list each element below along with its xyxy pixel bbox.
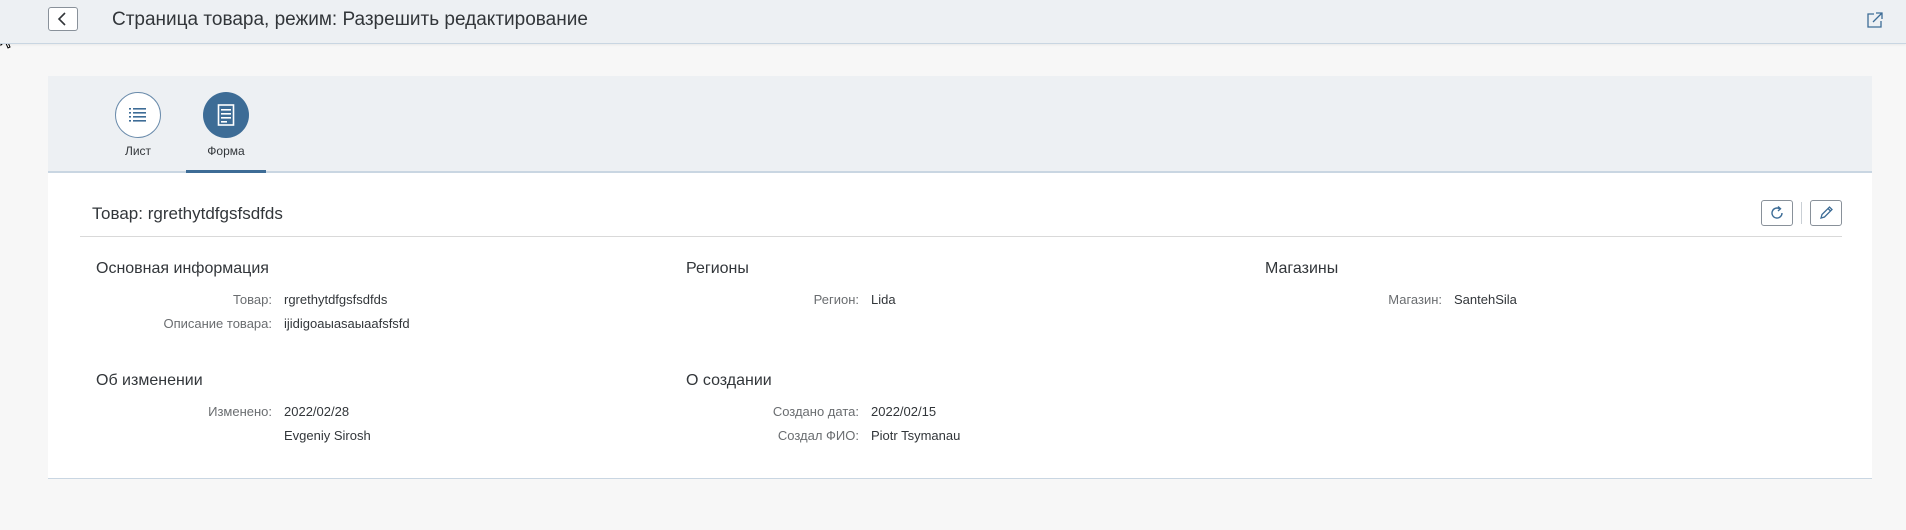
product-value: rgrethytdfgsfsdfds: [284, 292, 388, 307]
list-icon: [129, 108, 146, 122]
edit-pencil-icon: [1820, 206, 1833, 219]
tab-list[interactable]: Лист: [98, 92, 178, 171]
created-by-value: Piotr Tsymanau: [871, 428, 961, 443]
created-date-value: 2022/02/15: [871, 404, 937, 419]
back-button[interactable]: [48, 7, 78, 31]
form-title-divider: [80, 236, 1842, 237]
region-value: Lida: [871, 292, 896, 307]
created-date-label: Создано дата:: [772, 404, 859, 419]
tab-selected-indicator: [186, 170, 266, 173]
store-label: Магазин:: [1388, 292, 1442, 307]
chevron-left-icon: [57, 12, 66, 26]
share-icon[interactable]: [1866, 11, 1884, 29]
refresh-icon: [1771, 205, 1783, 219]
shell-header: Страница товара, режим: Разрешить редакт…: [0, 0, 1906, 44]
tab-list-circle[interactable]: [115, 92, 161, 138]
tab-form-label: Форма: [207, 144, 245, 158]
changed-date-value: 2022/02/28: [284, 404, 350, 419]
description-label: Описание товара:: [163, 316, 272, 331]
refresh-button[interactable]: [1761, 200, 1793, 226]
form-toolbar: [1761, 200, 1842, 226]
created-by-label: Создал ФИО:: [777, 428, 859, 443]
edit-button[interactable]: [1810, 200, 1842, 226]
changed-by-value: Evgeniy Sirosh: [284, 428, 371, 443]
tab-list-label: Лист: [124, 144, 152, 158]
form-title: Товар: rgrethytdfgsfsdfds: [92, 204, 283, 223]
section-title-creation-info: О создании: [686, 372, 772, 389]
icon-tab-bar: Лист Форма: [48, 76, 1872, 173]
form-icon: [217, 104, 235, 126]
section-title-regions: Регионы: [686, 260, 749, 277]
page-title: Страница товара, режим: Разрешить редакт…: [112, 9, 588, 30]
description-value: ijidigoaыasaыaafsfsfd: [284, 316, 410, 331]
tab-form-circle[interactable]: [203, 92, 249, 138]
region-label: Регион:: [813, 292, 859, 307]
section-title-stores: Магазины: [1265, 260, 1339, 277]
store-value: SantehSila: [1454, 292, 1517, 307]
section-title-main-info: Основная информация: [96, 260, 269, 277]
tab-form[interactable]: Форма: [186, 92, 266, 173]
section-title-change-info: Об изменении: [96, 372, 203, 389]
changed-label: Изменено:: [208, 404, 272, 419]
toolbar-separator: [1801, 202, 1802, 224]
object-page-panel: Лист Форма Товар: rgrethytdfgsfsdfds Осн…: [48, 76, 1872, 479]
product-label: Товар:: [233, 292, 272, 307]
